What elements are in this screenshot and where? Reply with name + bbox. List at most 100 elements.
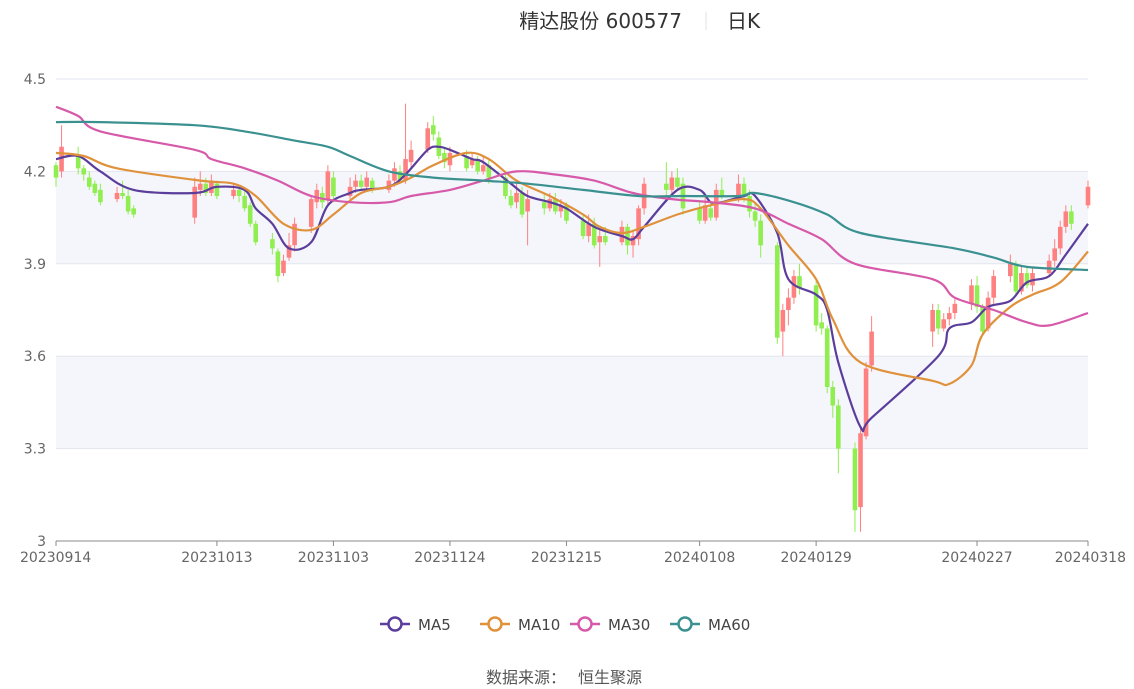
candle-body	[247, 205, 253, 224]
candle-body	[81, 168, 87, 175]
candle	[442, 146, 447, 169]
candle-body	[941, 319, 947, 329]
candle	[980, 303, 985, 335]
candle-body	[275, 251, 281, 277]
x-tick-label: 20240227	[941, 550, 1012, 566]
candle-body	[53, 165, 59, 178]
candle-body	[292, 223, 297, 246]
candle-body	[697, 208, 702, 221]
candle-body	[952, 303, 958, 314]
candle-body	[780, 310, 786, 332]
candle-body	[114, 192, 120, 200]
x-tick-label: 20231103	[298, 550, 369, 566]
candle-body	[353, 180, 358, 187]
candle-body	[120, 192, 125, 197]
y-tick-label: 3.3	[24, 442, 46, 458]
candle-body	[197, 183, 203, 190]
candle-body	[747, 196, 752, 212]
candle	[935, 303, 941, 335]
candle	[247, 202, 253, 227]
candle-body	[830, 387, 836, 406]
candle-body	[364, 177, 370, 187]
candle-body	[92, 183, 98, 193]
candle-body	[331, 177, 336, 197]
candle-body	[946, 313, 952, 320]
candle-body	[1046, 260, 1052, 274]
legend-label: MA10	[518, 616, 560, 634]
candle-body	[1013, 263, 1019, 292]
candle	[253, 220, 259, 246]
legend-label: MA30	[608, 616, 650, 634]
candle-body	[308, 199, 314, 227]
candle-body	[930, 310, 935, 332]
chart-title-period: 日K	[727, 9, 761, 33]
candle-body	[192, 186, 198, 218]
candle-body	[813, 285, 819, 326]
y-tick-label: 4.5	[24, 72, 46, 88]
legend-item-ma10[interactable]: MA10	[480, 616, 560, 634]
candle-body	[580, 220, 586, 237]
candle	[774, 242, 780, 344]
candle-body	[253, 223, 259, 243]
candle-body	[736, 183, 741, 197]
legend-item-ma5[interactable]: MA5	[380, 616, 451, 634]
candle-body	[602, 236, 608, 243]
candle-body	[819, 322, 824, 329]
x-tick-label: 20240318	[1055, 550, 1126, 566]
candle	[59, 125, 64, 178]
band	[56, 356, 1088, 449]
candle-body	[430, 125, 436, 135]
chart-title-stock: 精达股份 600577	[519, 9, 682, 33]
candle-body	[836, 405, 841, 449]
candle-body	[625, 226, 630, 246]
x-tick-label: 20231013	[181, 550, 252, 566]
candle	[858, 427, 863, 532]
candle-body	[425, 128, 431, 150]
candle-body	[597, 236, 603, 243]
candles	[53, 103, 1091, 532]
candle-body	[480, 165, 486, 172]
candle	[974, 276, 980, 314]
y-axis-labels: 3 3.3 3.6 3.9 4.2 4.5	[24, 72, 46, 550]
candle-body	[214, 183, 220, 197]
x-tick-label: 20240108	[664, 550, 735, 566]
candle	[941, 313, 947, 332]
candle-body	[752, 211, 758, 221]
y-tick-label: 3.9	[24, 257, 46, 273]
candle	[275, 248, 281, 283]
legend-item-ma60[interactable]: MA60	[670, 616, 750, 634]
candle	[786, 288, 791, 326]
candle-body	[1057, 226, 1063, 249]
y-tick-label: 3.6	[24, 349, 46, 365]
legend-item-ma30[interactable]: MA30	[570, 616, 650, 634]
candle-body	[852, 448, 858, 511]
candle	[819, 313, 824, 335]
candle	[852, 442, 858, 532]
candle	[946, 306, 952, 326]
x-tick-label: 20230914	[20, 550, 91, 566]
candle-body	[508, 196, 514, 206]
candle-body	[858, 433, 863, 508]
candle-body	[1052, 248, 1058, 261]
candle	[797, 263, 802, 295]
candle-body	[786, 297, 791, 310]
candle-body	[236, 189, 242, 197]
candle-body	[281, 260, 286, 274]
candle-body	[758, 220, 763, 246]
legend-marker	[387, 616, 403, 632]
candle-body	[719, 189, 725, 197]
candle-body	[935, 310, 941, 329]
candle-body	[985, 297, 991, 329]
candle	[1024, 266, 1030, 289]
candle	[930, 303, 935, 347]
candle-body	[1008, 263, 1013, 277]
source-name: 恒生聚源	[578, 668, 642, 687]
candle	[408, 140, 414, 169]
candle-body	[541, 202, 547, 209]
candle-body	[675, 177, 680, 187]
legend-marker	[487, 616, 503, 632]
candle-body	[242, 196, 247, 209]
candle-body	[1069, 211, 1074, 224]
legend[interactable]: MA5 MA10 MA30 MA60	[380, 616, 750, 634]
x-tick-label: 20231215	[531, 550, 602, 566]
